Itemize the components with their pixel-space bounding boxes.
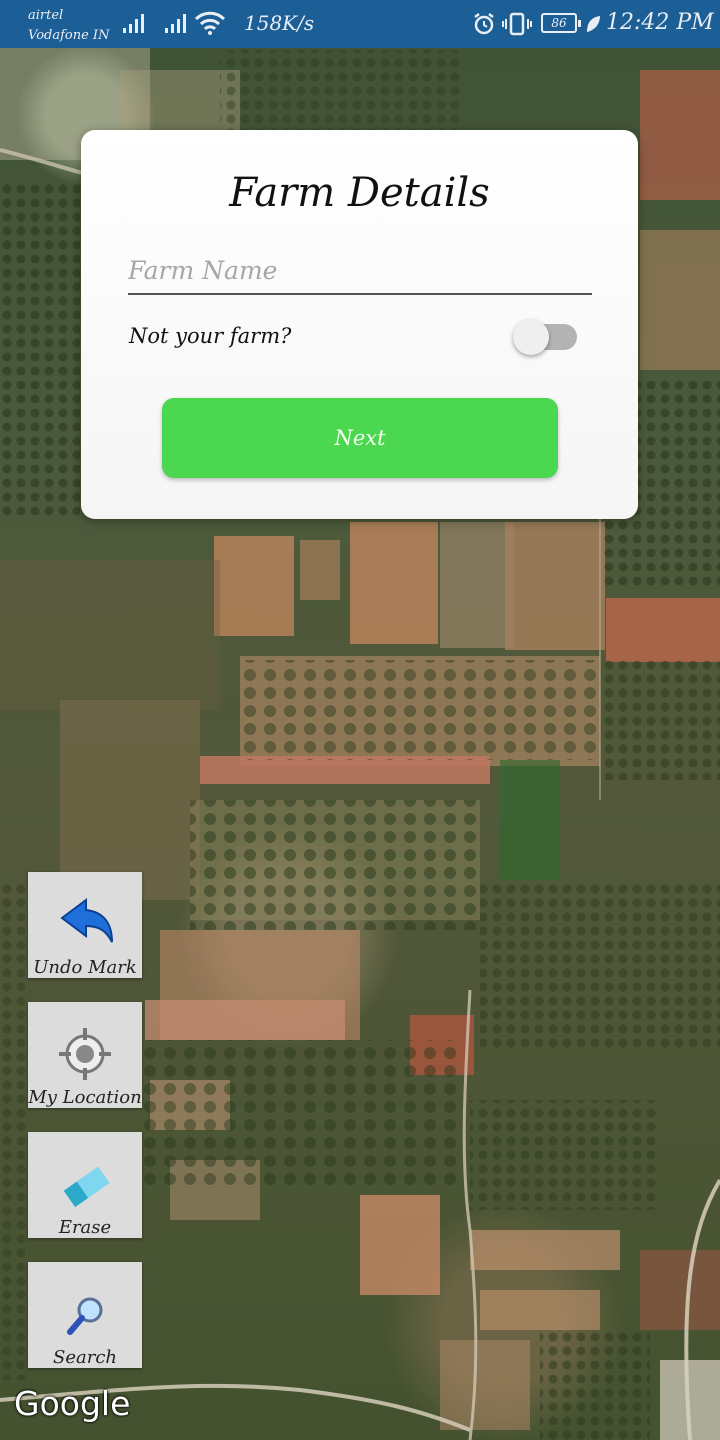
alarm-icon xyxy=(474,13,494,35)
erase-label: Erase xyxy=(58,1217,112,1238)
next-button[interactable]: Next xyxy=(162,398,558,478)
farm-name-input[interactable] xyxy=(128,247,592,295)
status-bar: airtel Vodafone IN 158K/s 86 12:42 PM xyxy=(0,0,720,48)
dialog-title: Farm Details xyxy=(229,170,490,216)
toggle-knob xyxy=(513,319,549,355)
undo-icon xyxy=(60,898,113,943)
location-crosshair-icon xyxy=(59,1028,111,1080)
clock: 12:42 PM xyxy=(606,10,714,35)
search-button[interactable]: Search xyxy=(28,1262,142,1368)
vibrate-icon xyxy=(502,12,532,36)
my-location-label: My Location xyxy=(28,1087,142,1108)
google-attribution: Google xyxy=(14,1384,131,1423)
carrier-primary: airtel xyxy=(28,8,64,23)
search-label: Search xyxy=(53,1347,117,1368)
carrier-info: airtel Vodafone IN xyxy=(28,6,109,46)
signal-icon xyxy=(165,14,186,33)
undo-mark-button[interactable]: Undo Mark xyxy=(28,872,142,978)
not-your-farm-label: Not your farm? xyxy=(129,324,292,348)
magnifier-icon xyxy=(67,1297,103,1335)
network-speed: 158K/s xyxy=(244,11,315,35)
not-your-farm-toggle[interactable] xyxy=(513,317,579,357)
battery-icon: 86 xyxy=(541,13,581,33)
signal-icon xyxy=(123,14,144,33)
farm-details-dialog: Farm Details Not your farm? Next xyxy=(81,130,638,519)
carrier-secondary: Vodafone IN xyxy=(28,28,110,43)
undo-mark-label: Undo Mark xyxy=(33,957,137,978)
erase-button[interactable]: Erase xyxy=(28,1132,142,1238)
eraser-icon xyxy=(63,1166,110,1208)
my-location-button[interactable]: My Location xyxy=(28,1002,142,1108)
wifi-icon xyxy=(194,11,226,35)
leaf-icon xyxy=(587,16,600,32)
